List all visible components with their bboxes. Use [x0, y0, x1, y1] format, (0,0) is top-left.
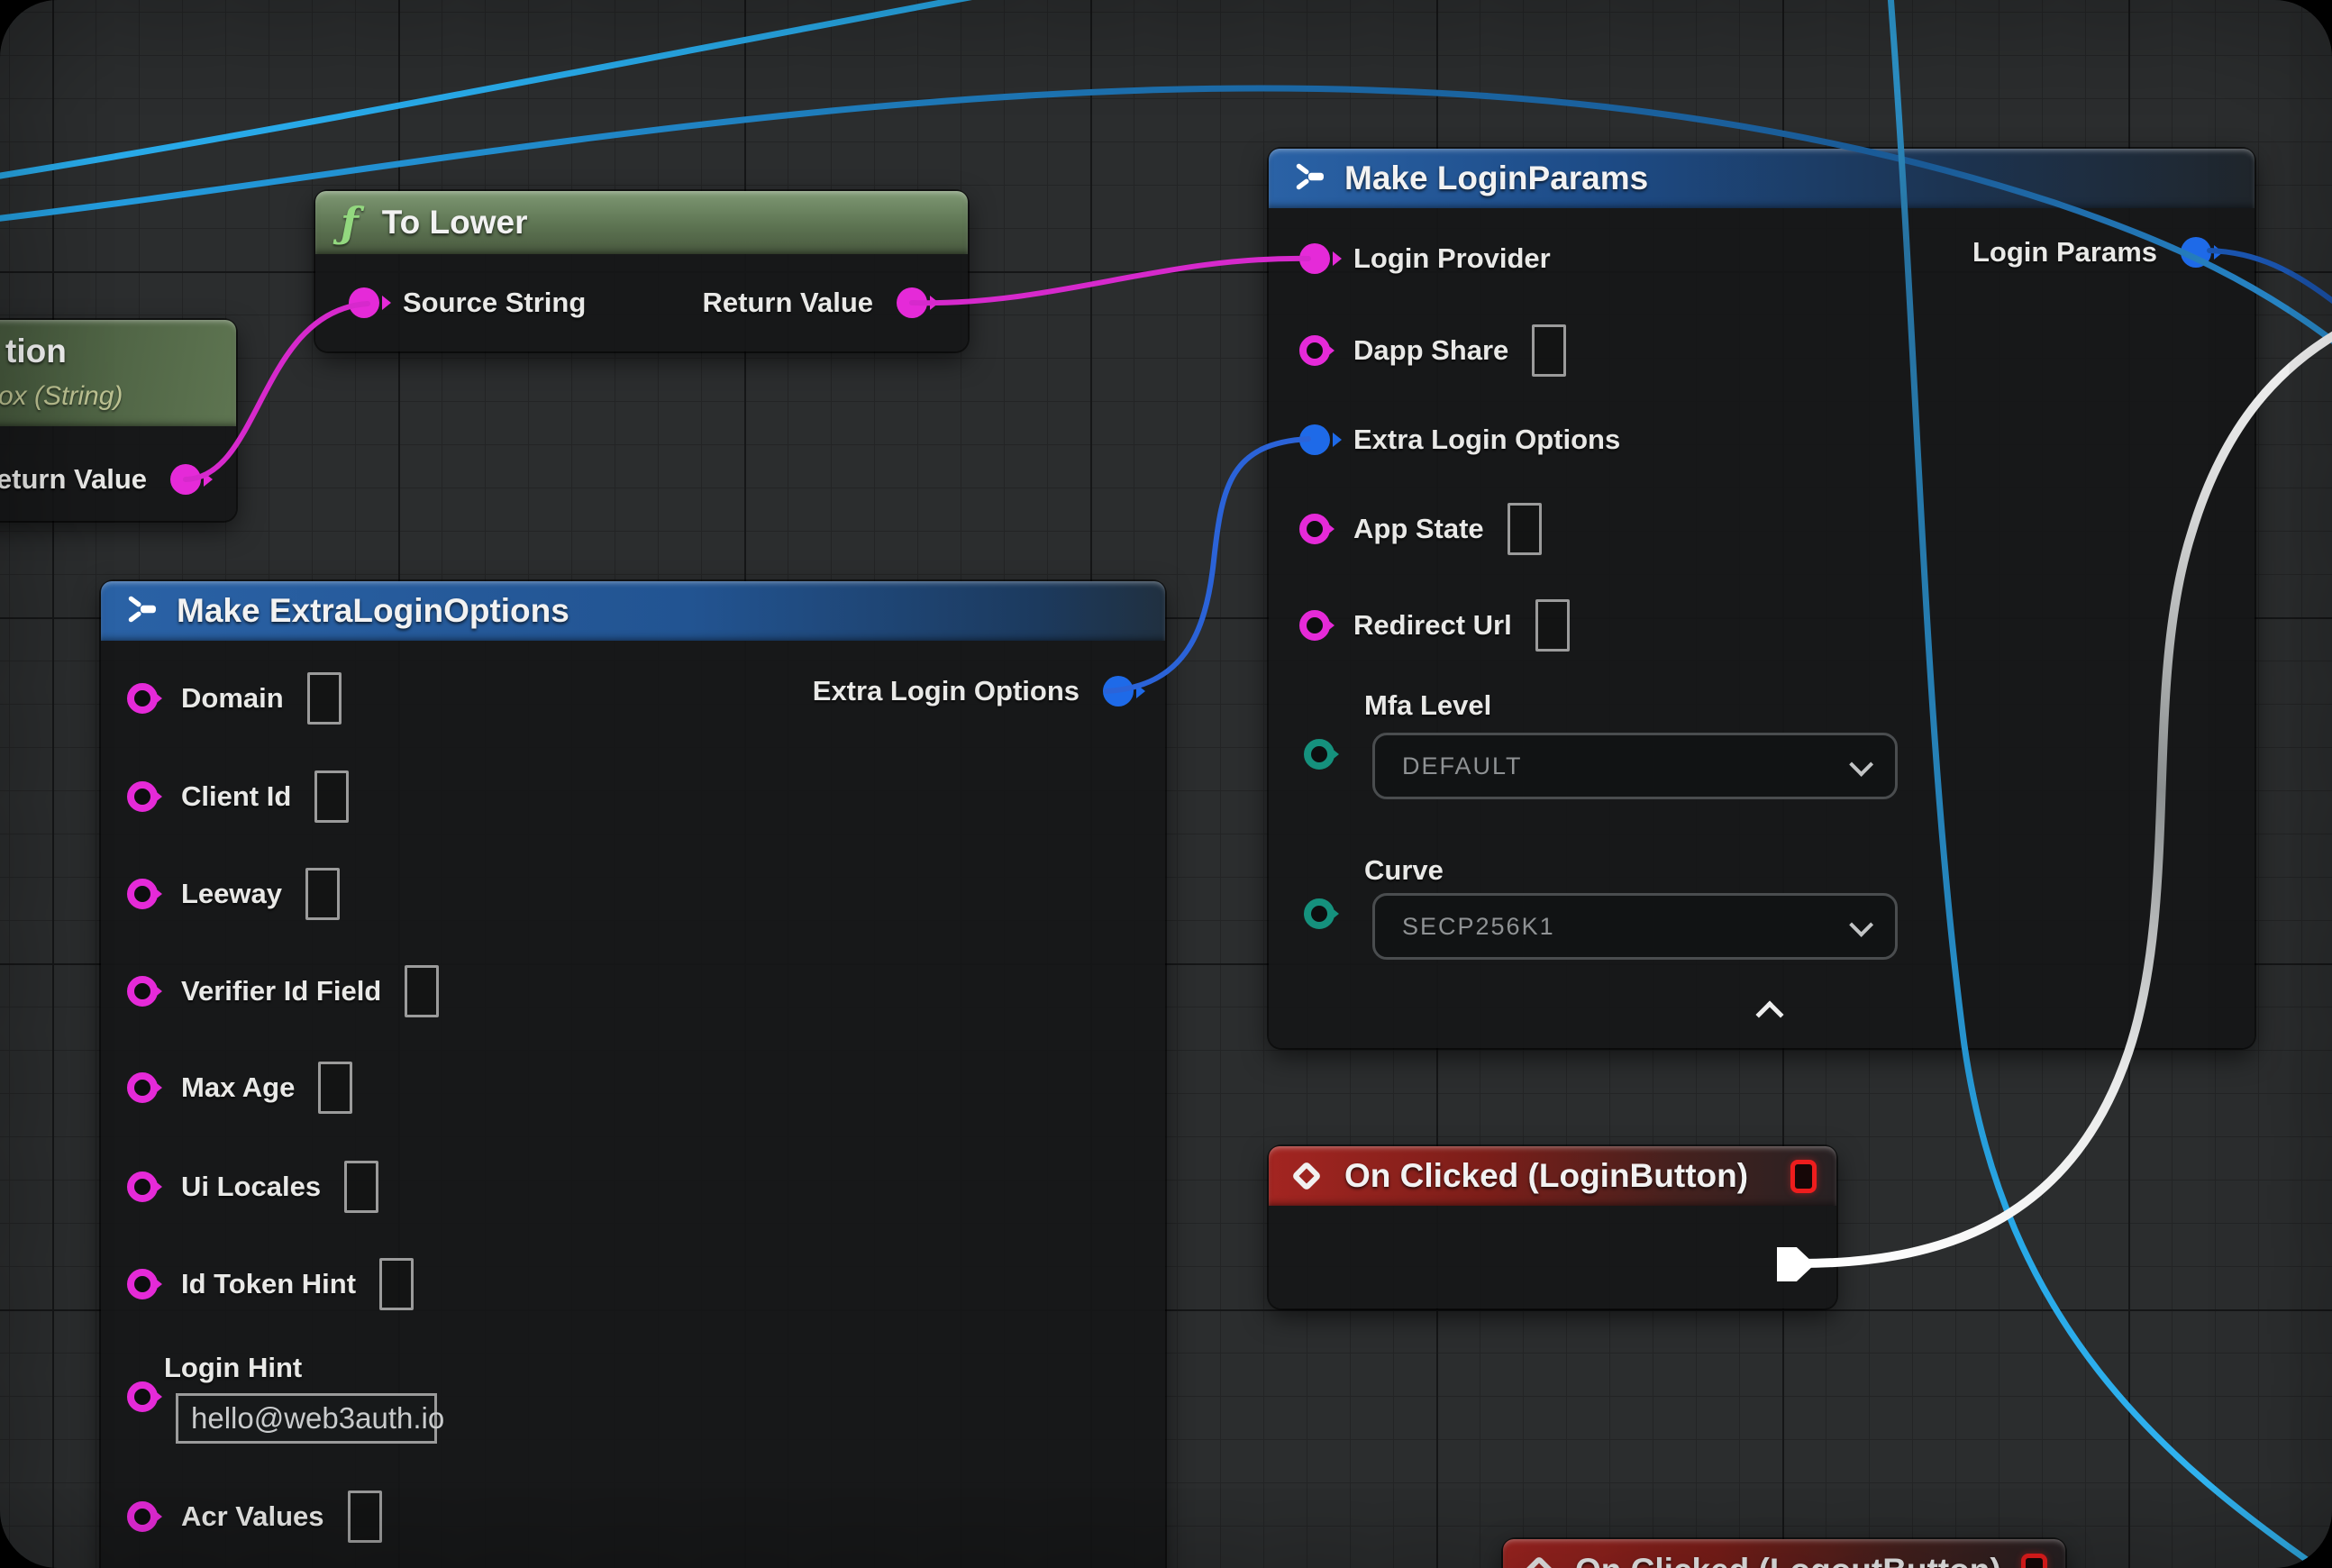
app-state-value-box[interactable] [1508, 503, 1542, 555]
pin-row-curve [1304, 886, 1335, 942]
pin-row-source-string: Source String [349, 275, 609, 331]
pin-row-leeway: Leeway [127, 866, 340, 922]
extra-login-options-out-pin[interactable] [1103, 676, 1134, 707]
pin-row-return-value: Return Value [0, 451, 201, 507]
leeway-pin[interactable] [127, 879, 158, 909]
pin-row-login-params-out: Login Params [1949, 224, 2211, 280]
mfa-level-dropdown[interactable]: DEFAULT [1372, 733, 1898, 799]
pin-row-login-hint [127, 1369, 158, 1425]
redirect-url-pin[interactable] [1299, 610, 1330, 641]
dapp-share-value-box[interactable] [1532, 324, 1566, 377]
function-icon: ƒ [341, 198, 359, 247]
node-title: On Clicked (LoginButton) [1344, 1157, 1748, 1195]
acr-values-value-box[interactable] [348, 1491, 382, 1543]
dapp-share-pin[interactable] [1299, 335, 1330, 366]
curve-label: Curve [1364, 854, 1444, 887]
pin-row-max-age: Max Age [127, 1060, 352, 1116]
event-diamond-icon [1291, 1161, 1322, 1191]
make-struct-icon [1292, 160, 1325, 197]
pin-row-return-value: Return Value [679, 275, 928, 331]
app-state-pin[interactable] [1299, 514, 1330, 544]
node-make-login-params-header[interactable]: Make LoginParams [1269, 149, 2255, 208]
mfa-level-label: Mfa Level [1364, 689, 1491, 722]
pin-row-extra-login-options-in: Extra Login Options [1299, 412, 1644, 468]
max-age-value-box[interactable] [318, 1062, 352, 1114]
node-to-lower-header[interactable]: ƒ To Lower [315, 191, 968, 254]
pin-row-client-id: Client Id [127, 769, 349, 825]
ui-locales-pin[interactable] [127, 1171, 158, 1202]
node-on-clicked-login-button-header[interactable]: On Clicked (LoginButton) [1269, 1146, 1836, 1206]
pin-row-domain: Domain [127, 670, 342, 726]
pin-row-acr-values: Acr Values [127, 1489, 382, 1545]
pin-row-verifier-id-field: Verifier Id Field [127, 963, 439, 1019]
curve-pin[interactable] [1304, 898, 1335, 929]
node-on-clicked-logout-button[interactable]: On Clicked (LogoutButton) [1503, 1539, 2065, 1568]
node-make-extra-login-options-header[interactable]: Make ExtraLoginOptions [101, 581, 1165, 641]
wire-magenta-tolower-to-provider[interactable] [912, 259, 1308, 303]
pin-row-dapp-share: Dapp Share [1299, 323, 1566, 378]
widget-event-badge-icon [2021, 1554, 2047, 1568]
node-on-clicked-login-button[interactable]: On Clicked (LoginButton) [1269, 1146, 1836, 1308]
return-value-pin[interactable] [170, 464, 201, 495]
pin-row-login-provider: Login Provider [1299, 231, 1574, 287]
ui-locales-value-box[interactable] [344, 1161, 378, 1213]
return-value-pin[interactable] [897, 287, 927, 318]
extra-login-options-in-pin[interactable] [1299, 424, 1330, 455]
node-partial-function[interactable]: tion ox (String) Return Value [0, 320, 236, 521]
id-token-hint-pin[interactable] [127, 1269, 158, 1299]
curve-dropdown[interactable]: SECP256K1 [1372, 893, 1898, 960]
event-diamond-icon [1524, 1555, 1554, 1568]
node-on-clicked-logout-button-header[interactable]: On Clicked (LogoutButton) [1503, 1539, 2065, 1568]
client-id-value-box[interactable] [314, 770, 349, 823]
login-hint-pin[interactable] [127, 1381, 158, 1412]
node-subtitle: ox (String) [0, 381, 123, 412]
make-struct-icon [124, 593, 157, 630]
client-id-pin[interactable] [127, 781, 158, 812]
max-age-pin[interactable] [127, 1072, 158, 1103]
pin-label: Source String [403, 287, 586, 319]
pin-row-redirect-url: Redirect Url [1299, 597, 1570, 653]
node-make-extra-login-options[interactable]: Make ExtraLoginOptions Extra Login Optio… [101, 581, 1165, 1568]
chevron-down-icon [1849, 752, 1873, 776]
acr-values-pin[interactable] [127, 1501, 158, 1532]
node-title: Make LoginParams [1344, 160, 1648, 197]
login-params-out-pin[interactable] [2181, 237, 2211, 268]
node-title: Make ExtraLoginOptions [177, 592, 569, 630]
leeway-value-box[interactable] [305, 868, 340, 920]
source-string-pin[interactable] [349, 287, 379, 318]
pin-row-mfa-level [1304, 726, 1335, 782]
wire-cyan-top-left[interactable] [0, 0, 984, 177]
pin-row-extra-login-options-out: Extra Login Options [789, 663, 1134, 719]
pin-label: Return Value [0, 463, 147, 496]
domain-value-box[interactable] [307, 672, 342, 725]
exec-out-pin[interactable] [1777, 1247, 1815, 1281]
redirect-url-value-box[interactable] [1535, 599, 1570, 652]
collapse-node-button[interactable] [1760, 999, 1781, 1021]
graph-canvas[interactable]: tion ox (String) Return Value ƒ To Lower… [0, 0, 2332, 1568]
node-partial-function-header[interactable]: tion ox (String) [0, 320, 236, 426]
mfa-level-pin[interactable] [1304, 739, 1335, 770]
login-hint-label: Login Hint [164, 1352, 302, 1384]
domain-pin[interactable] [127, 683, 158, 714]
pin-row-ui-locales: Ui Locales [127, 1159, 378, 1215]
blueprint-editor-screenshot: tion ox (String) Return Value ƒ To Lower… [0, 0, 2332, 1568]
login-hint-input[interactable]: hello@web3auth.io [176, 1393, 437, 1444]
pin-row-app-state: App State [1299, 501, 1542, 557]
verifier-id-field-pin[interactable] [127, 976, 158, 1007]
id-token-hint-value-box[interactable] [379, 1258, 414, 1310]
node-title: To Lower [382, 204, 528, 242]
pin-label: Extra Login Options [813, 675, 1079, 707]
node-to-lower[interactable]: ƒ To Lower Source String Return Value [315, 191, 968, 351]
node-title: On Clicked (LogoutButton) [1575, 1552, 2001, 1568]
node-make-login-params[interactable]: Make LoginParams Login Provider Login Pa… [1269, 149, 2255, 1048]
verifier-id-field-value-box[interactable] [405, 965, 439, 1017]
chevron-down-icon [1849, 912, 1873, 936]
node-title: tion [5, 333, 67, 370]
pin-label: Return Value [703, 287, 874, 319]
login-provider-pin[interactable] [1299, 243, 1330, 274]
pin-row-id-token-hint: Id Token Hint [127, 1256, 414, 1312]
widget-event-badge-icon [1790, 1160, 1817, 1193]
